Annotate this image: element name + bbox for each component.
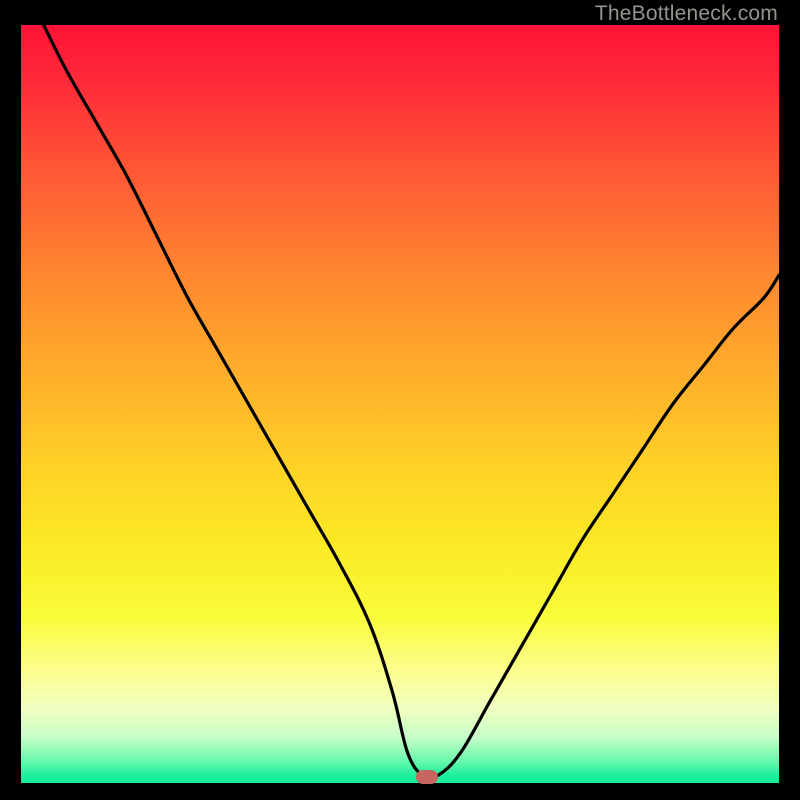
chart-frame: TheBottleneck.com	[0, 0, 800, 800]
bottleneck-curve	[21, 25, 779, 783]
optimal-point-marker	[416, 770, 438, 784]
watermark-text: TheBottleneck.com	[595, 2, 778, 26]
plot-area	[21, 25, 779, 783]
